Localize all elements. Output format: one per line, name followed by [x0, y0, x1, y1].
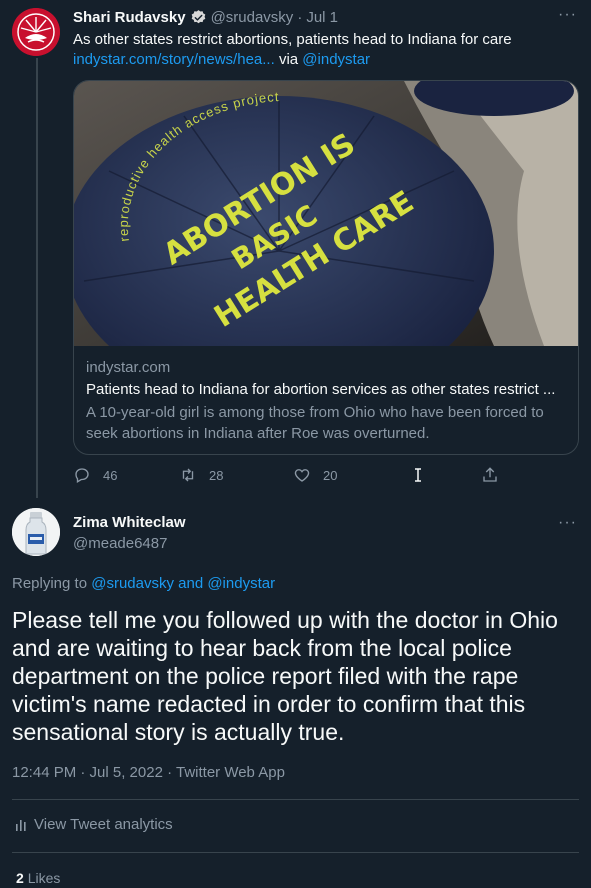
retweet-icon — [182, 468, 194, 482]
avatar[interactable] — [12, 508, 60, 556]
text-cursor-icon — [415, 468, 421, 482]
share-button[interactable] — [481, 466, 511, 484]
card-body: indystar.com Patients head to Indiana fo… — [74, 346, 578, 444]
reply-icon — [75, 468, 89, 483]
likes-count: 2 — [16, 870, 24, 886]
link-preview-card[interactable]: reproductive health access project ABORT… — [73, 80, 579, 455]
view-analytics-link[interactable]: View Tweet analytics — [14, 816, 173, 833]
tweet-text: As other states restrict abortions, pati… — [73, 30, 573, 70]
divider — [12, 852, 579, 853]
reply-count: 46 — [103, 467, 118, 483]
separator-dot: · — [297, 9, 303, 26]
via-label: via — [278, 51, 299, 68]
replying-handles-link[interactable]: @srudavsky and @indystar — [91, 575, 275, 592]
analytics-button[interactable] — [409, 466, 439, 484]
sunburst-logo-icon — [12, 8, 60, 56]
author-handle[interactable]: @meade6487 — [73, 535, 167, 552]
analytics-bars-icon — [16, 819, 26, 831]
like-button[interactable]: 20 — [293, 466, 337, 484]
divider — [12, 799, 579, 800]
reply-button[interactable]: 46 — [73, 466, 117, 484]
likes-label: Likes — [27, 870, 61, 886]
author-name[interactable]: Zima Whiteclaw — [73, 514, 186, 531]
verified-badge-icon — [191, 10, 205, 24]
tweet-text-body: As other states restrict abortions, pati… — [73, 31, 512, 48]
bottle-avatar-icon — [12, 508, 60, 556]
heart-icon — [294, 469, 310, 482]
replying-to: Replying to @srudavsky and @indystar — [12, 575, 275, 592]
card-title: Patients head to Indiana for abortion se… — [86, 381, 556, 398]
like-count: 20 — [323, 467, 338, 483]
tweet-date[interactable]: Jul 1 — [306, 9, 338, 26]
tweet-actions: 46 28 20 — [73, 466, 553, 490]
tweet-header: Shari Rudavsky @srudavsky · Jul 1 — [73, 9, 338, 26]
via-handle-link[interactable]: @indystar — [302, 51, 370, 68]
more-options-button[interactable]: ··· — [558, 514, 577, 532]
card-description: A 10-year-old girl is among those from O… — [86, 404, 544, 442]
card-image: reproductive health access project ABORT… — [74, 81, 578, 346]
tweet-text: Please tell me you followed up with the … — [12, 607, 558, 745]
avatar[interactable] — [12, 8, 60, 56]
card-domain: indystar.com — [86, 359, 171, 376]
share-icon — [483, 467, 497, 482]
replying-prefix: Replying to — [12, 575, 88, 592]
author-handle[interactable]: @srudavsky — [211, 9, 294, 26]
more-options-button[interactable]: ··· — [558, 6, 577, 24]
tweet-meta[interactable]: 12:44 PM · Jul 5, 2022 · Twitter Web App — [12, 764, 285, 781]
author-name[interactable]: Shari Rudavsky — [73, 9, 186, 26]
likes-summary[interactable]: 2 Likes — [16, 870, 60, 886]
article-link[interactable]: indystar.com/story/news/hea... — [73, 51, 275, 68]
retweet-button[interactable]: 28 — [179, 466, 223, 484]
analytics-label: View Tweet analytics — [34, 816, 173, 833]
thread-connector-line — [36, 58, 38, 498]
retweet-count: 28 — [209, 467, 224, 483]
